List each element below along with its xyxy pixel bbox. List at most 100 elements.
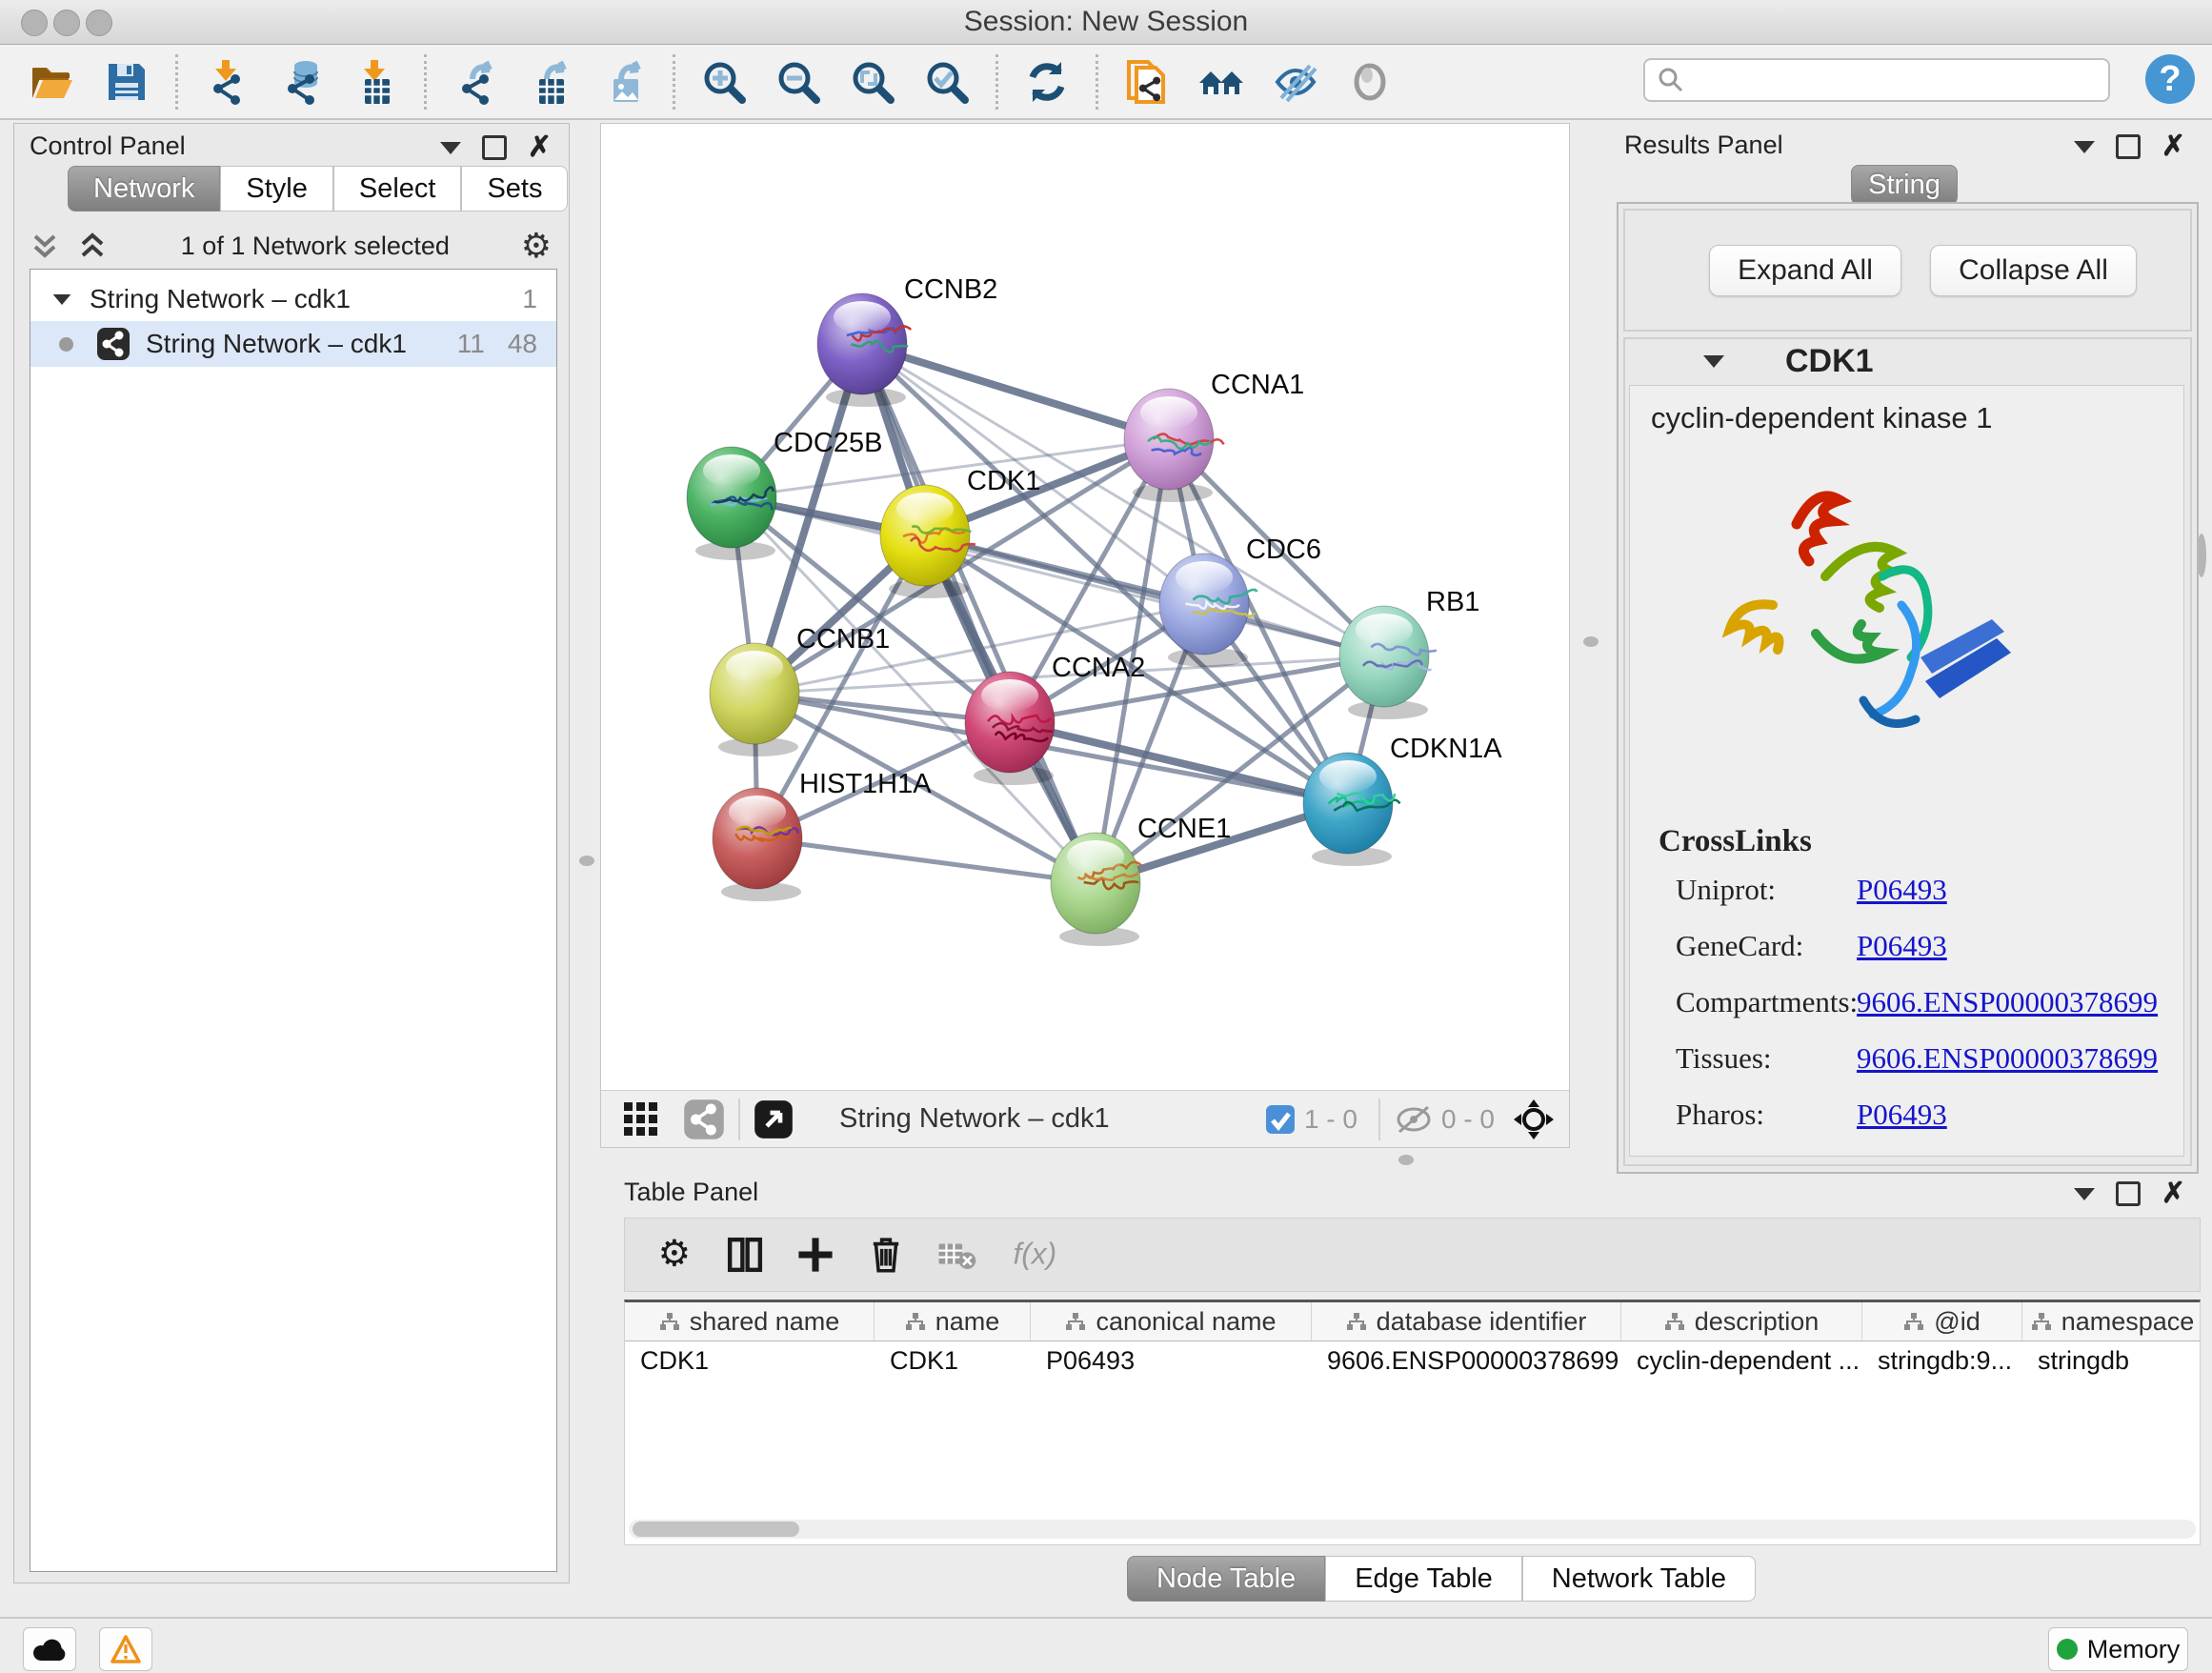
crosslink-row: Uniprot:P06493 bbox=[1659, 873, 2158, 907]
network-row-selected[interactable]: String Network – cdk1 11 48 bbox=[30, 321, 556, 367]
zoom-selected-icon[interactable] bbox=[919, 54, 975, 110]
export-table-icon[interactable] bbox=[522, 54, 577, 110]
external-view-icon[interactable] bbox=[754, 1099, 794, 1139]
network-canvas[interactable]: CCNB2CCNA1CDC25BCDK1CDC6RB1CCNB1CCNA2CDK… bbox=[600, 123, 1570, 1148]
crosslink-link[interactable]: 9606.ENSP00000378699 bbox=[1857, 985, 2158, 1019]
node-HIST1H1A[interactable]: HIST1H1A bbox=[713, 769, 932, 901]
table-cell[interactable]: P06493 bbox=[1031, 1341, 1312, 1380]
collapse-all-button[interactable]: Collapse All bbox=[1930, 245, 2137, 296]
float-panel-icon[interactable] bbox=[2116, 134, 2141, 159]
collection-expand-icon[interactable] bbox=[53, 293, 71, 304]
column-header-shared-name[interactable]: shared name bbox=[625, 1302, 875, 1340]
crosslink-link[interactable]: P06493 bbox=[1857, 1098, 1947, 1132]
tab-string[interactable]: String bbox=[1851, 165, 1958, 205]
table-cell[interactable]: CDK1 bbox=[875, 1341, 1031, 1380]
collapse-all-icon[interactable] bbox=[28, 229, 62, 263]
tab-select[interactable]: Select bbox=[333, 166, 462, 212]
warning-button[interactable] bbox=[99, 1627, 152, 1671]
import-network-icon[interactable] bbox=[199, 54, 254, 110]
panel-menu-icon[interactable] bbox=[2074, 141, 2095, 153]
node-CCNE1[interactable]: CCNE1 bbox=[1051, 814, 1231, 946]
gear-icon[interactable]: ⚙ bbox=[521, 226, 552, 266]
expand-all-icon[interactable] bbox=[75, 229, 110, 263]
hide-eye-icon[interactable] bbox=[1268, 54, 1323, 110]
column-header-database-identifier[interactable]: database identifier bbox=[1312, 1302, 1621, 1340]
network-collection-row[interactable]: String Network – cdk1 1 bbox=[30, 277, 556, 321]
grid-view-icon[interactable] bbox=[620, 1099, 662, 1140]
tab-style[interactable]: Style bbox=[220, 166, 332, 212]
homes-icon[interactable] bbox=[1194, 54, 1249, 110]
open-session-icon[interactable] bbox=[25, 54, 80, 110]
birdseye-icon[interactable] bbox=[1512, 1098, 1556, 1141]
document-share-icon[interactable] bbox=[1119, 54, 1175, 110]
delete-column-icon[interactable] bbox=[865, 1234, 907, 1276]
panel-menu-icon[interactable] bbox=[2074, 1188, 2095, 1200]
bottom-splitter-handle[interactable] bbox=[1398, 1155, 1414, 1165]
table-cell[interactable]: CDK1 bbox=[625, 1341, 875, 1380]
close-panel-icon[interactable]: ✗ bbox=[528, 138, 552, 157]
table-cell[interactable]: stringdb:9... bbox=[1862, 1341, 2022, 1380]
export-image-icon[interactable] bbox=[596, 54, 652, 110]
tab-sets[interactable]: Sets bbox=[461, 166, 568, 212]
memory-button[interactable]: Memory bbox=[2048, 1627, 2188, 1671]
delete-table-icon[interactable] bbox=[935, 1234, 977, 1276]
column-header-name[interactable]: name bbox=[875, 1302, 1031, 1340]
node-CDKN1A[interactable]: CDKN1A bbox=[1303, 734, 1502, 866]
table-cell[interactable]: cyclin-dependent ... bbox=[1621, 1341, 1862, 1380]
cloud-button[interactable] bbox=[23, 1627, 76, 1671]
columns-icon[interactable] bbox=[724, 1234, 766, 1276]
zoom-in-icon[interactable] bbox=[696, 54, 752, 110]
right-splitter-handle[interactable] bbox=[1583, 636, 1599, 647]
export-network-icon[interactable] bbox=[448, 54, 503, 110]
table-row[interactable]: CDK1CDK1P064939606.ENSP00000378699cyclin… bbox=[625, 1341, 2200, 1380]
left-splitter-handle[interactable] bbox=[579, 856, 594, 866]
panel-menu-icon[interactable] bbox=[440, 142, 461, 154]
expand-all-button[interactable]: Expand All bbox=[1709, 245, 1901, 296]
network-graph[interactable]: CCNB2CCNA1CDC25BCDK1CDC6RB1CCNB1CCNA2CDK… bbox=[601, 124, 1569, 1088]
help-button[interactable]: ? bbox=[2145, 54, 2195, 104]
import-database-icon[interactable] bbox=[273, 54, 329, 110]
table-cell[interactable]: stringdb bbox=[2022, 1341, 2201, 1380]
zoom-window-button[interactable] bbox=[86, 10, 112, 36]
close-window-button[interactable] bbox=[21, 10, 48, 36]
column-header-canonical-name[interactable]: canonical name bbox=[1031, 1302, 1312, 1340]
network-view-toolbar: String Network – cdk1 1 - 0 0 - 0 bbox=[601, 1090, 1569, 1147]
zoom-out-icon[interactable] bbox=[771, 54, 826, 110]
function-builder-icon[interactable]: f(x) bbox=[1006, 1234, 1069, 1276]
node-CDC6[interactable]: CDC6 bbox=[1159, 534, 1321, 667]
tab-edge-table[interactable]: Edge Table bbox=[1325, 1556, 1522, 1602]
refresh-icon[interactable] bbox=[1019, 54, 1075, 110]
tab-network-table[interactable]: Network Table bbox=[1522, 1556, 1756, 1602]
table-hscrollbar[interactable] bbox=[629, 1520, 2196, 1539]
table-hscrollbar-thumb[interactable] bbox=[633, 1522, 799, 1537]
node-RB1[interactable]: RB1 bbox=[1339, 587, 1479, 719]
import-table-icon[interactable] bbox=[348, 54, 403, 110]
float-panel-icon[interactable] bbox=[2116, 1181, 2141, 1206]
minimize-window-button[interactable] bbox=[53, 10, 80, 36]
share-view-icon[interactable] bbox=[683, 1099, 725, 1140]
close-panel-icon[interactable]: ✗ bbox=[2162, 1184, 2185, 1203]
float-panel-icon[interactable] bbox=[482, 135, 507, 160]
add-column-icon[interactable] bbox=[794, 1234, 836, 1276]
cdk1-entry-header[interactable]: CDK1 bbox=[1625, 339, 2190, 383]
node-label-CDKN1A: CDKN1A bbox=[1390, 734, 1502, 764]
crosslink-link[interactable]: P06493 bbox=[1857, 929, 1947, 963]
gear-icon[interactable]: ⚙ bbox=[654, 1234, 695, 1276]
tab-network[interactable]: Network bbox=[68, 166, 220, 212]
column-header-namespace[interactable]: namespace bbox=[2022, 1302, 2201, 1340]
crosslink-link[interactable]: 9606.ENSP00000378699 bbox=[1857, 1041, 2158, 1076]
close-panel-icon[interactable]: ✗ bbox=[2162, 137, 2185, 156]
table-cell[interactable]: 9606.ENSP00000378699 bbox=[1312, 1341, 1621, 1380]
zoom-fit-icon[interactable] bbox=[845, 54, 900, 110]
column-header-@id[interactable]: @id bbox=[1862, 1302, 2022, 1340]
crosslink-link[interactable]: P06493 bbox=[1857, 873, 1947, 907]
selected-checkbox-icon[interactable] bbox=[1264, 1103, 1297, 1136]
column-header-description[interactable]: description bbox=[1621, 1302, 1862, 1340]
search-field[interactable] bbox=[1643, 58, 2110, 102]
tab-node-table[interactable]: Node Table bbox=[1127, 1556, 1325, 1602]
save-session-icon[interactable] bbox=[99, 54, 154, 110]
search-input[interactable] bbox=[1695, 65, 2108, 96]
node-table[interactable]: shared namenamecanonical namedatabase id… bbox=[624, 1300, 2201, 1545]
entry-collapse-icon[interactable] bbox=[1703, 355, 1724, 368]
show-eye-icon[interactable] bbox=[1342, 54, 1398, 110]
